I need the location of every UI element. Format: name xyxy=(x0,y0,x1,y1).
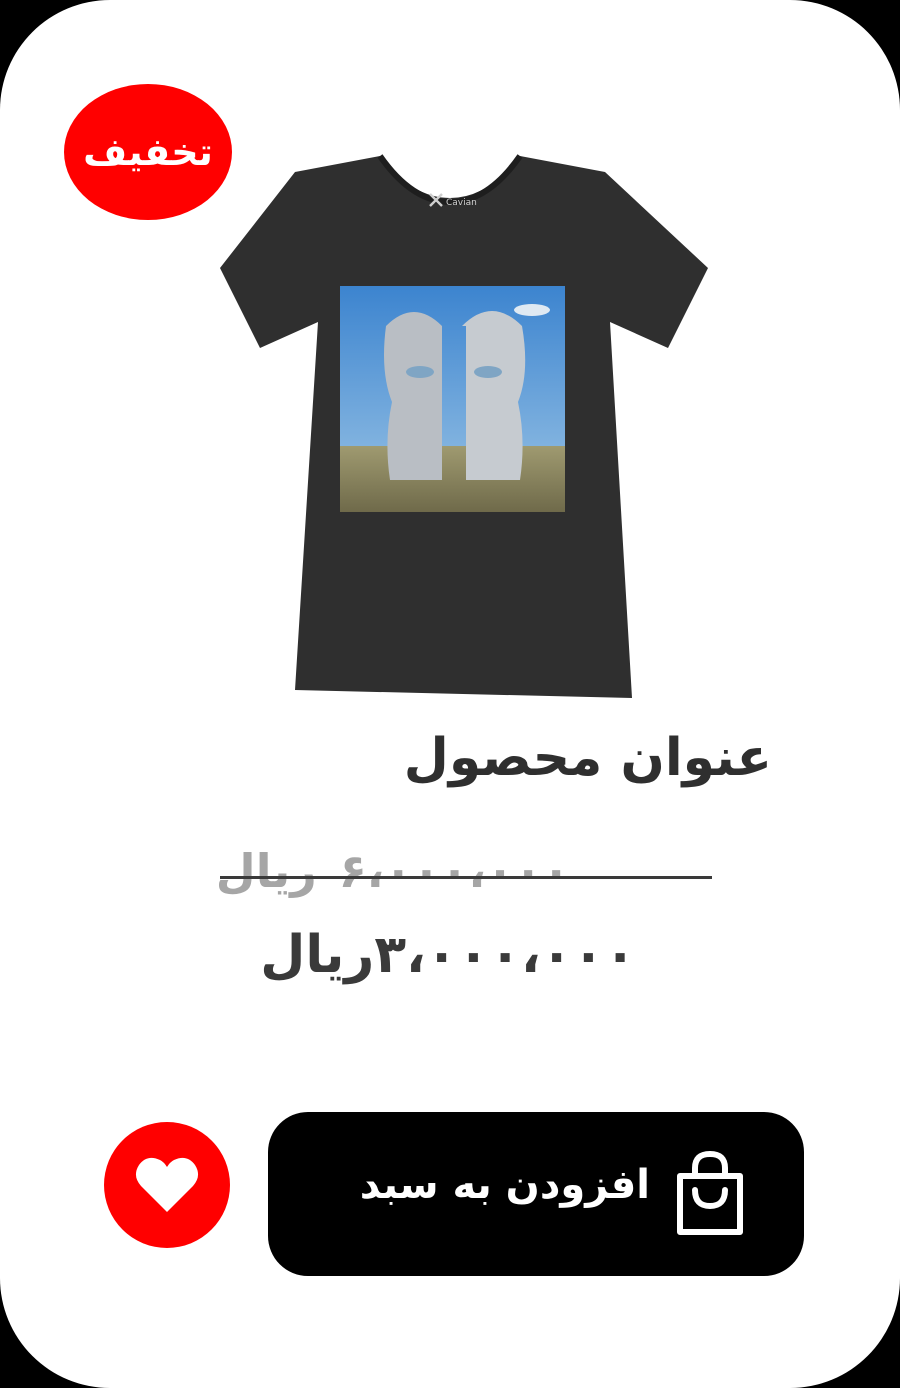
print-artwork xyxy=(340,286,565,512)
new-price-amount: ۳،۰۰۰،۰۰۰ xyxy=(374,925,636,985)
shopping-bag-icon xyxy=(677,1150,743,1235)
old-price-currency: ریال xyxy=(215,844,317,898)
old-price-strikethrough xyxy=(220,876,712,879)
product-card: تخفیف Cavian عنوان محصول ۶،۰۰۰،۰۰۰ ریال … xyxy=(0,0,900,1388)
old-price-amount: ۶،۰۰۰،۰۰۰ xyxy=(338,844,571,898)
new-price-currency: ریال xyxy=(260,925,375,985)
heart-icon xyxy=(135,1157,199,1212)
product-image[interactable]: Cavian xyxy=(180,150,740,710)
add-to-cart-button[interactable]: افزودن به سبد xyxy=(268,1112,804,1276)
svg-text:Cavian: Cavian xyxy=(446,198,477,208)
new-price: ۳،۰۰۰،۰۰۰ ریال xyxy=(260,920,636,990)
add-to-cart-label: افزودن به سبد xyxy=(359,1162,650,1208)
product-title: عنوان محصول xyxy=(403,728,772,788)
favorite-button[interactable] xyxy=(104,1122,230,1248)
old-price: ۶،۰۰۰،۰۰۰ ریال xyxy=(216,838,570,904)
